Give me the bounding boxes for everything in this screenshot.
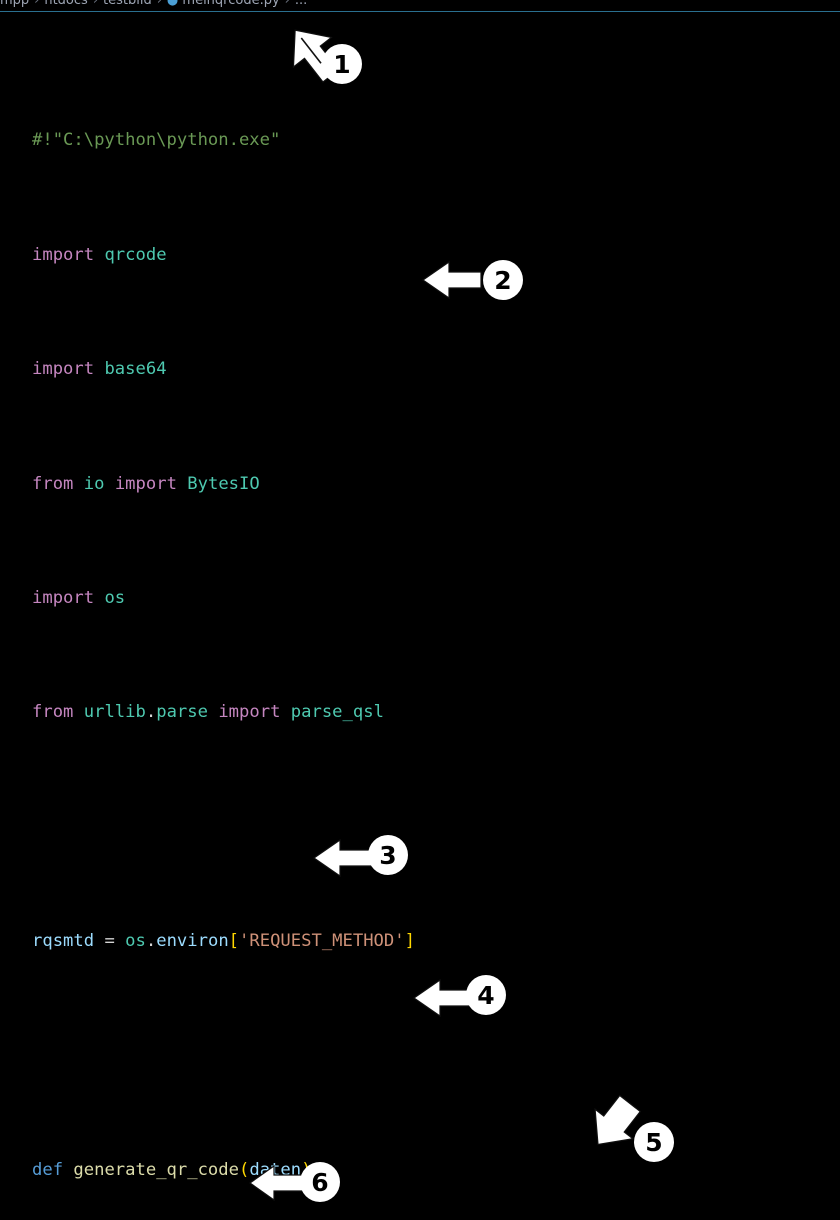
breadcrumb-separator: ›: [92, 0, 99, 8]
breadcrumb-segment-ampp[interactable]: ampp: [0, 0, 29, 8]
breadcrumb-separator: ›: [34, 0, 40, 8]
code-line[interactable]: #!"C:\python\python.exe": [0, 126, 840, 155]
token-module: io: [83, 473, 105, 494]
code-editor[interactable]: #!"C:\python\python.exe" import qrcode i…: [0, 12, 840, 1220]
code-line[interactable]: from io import BytesIO: [0, 470, 840, 499]
code-line[interactable]: from urllib.parse import parse_qsl: [0, 698, 840, 727]
token-module: qrcode: [104, 244, 167, 265]
code-line-blank[interactable]: [0, 1041, 840, 1070]
code-line[interactable]: rqsmtd = os.environ['REQUEST_METHOD']: [0, 927, 840, 956]
token-keyword: import: [32, 587, 95, 608]
breadcrumb-separator: ›: [156, 0, 162, 8]
breadcrumb-segment-file[interactable]: meinqrcode.py: [182, 0, 279, 8]
token-keyword: import: [114, 473, 177, 494]
token-module: os: [104, 587, 126, 608]
token-keyword: import: [32, 359, 95, 380]
token-module: parse_qsl: [290, 702, 384, 723]
code-line[interactable]: import qrcode: [0, 241, 840, 270]
python-file-icon: ●: [166, 0, 179, 8]
token-module: urllib: [83, 702, 146, 723]
breadcrumb-path: ampp › htdocs › testbild › ● meinqrcode.py ›...: [0, 0, 307, 9]
breadcrumb-separator: ›: [284, 0, 290, 8]
token-variable: rqsmtd: [32, 931, 95, 951]
breadcrumb[interactable]: ampp › htdocs › testbild › ● meinqrcode.py ›...: [0, 0, 840, 12]
token-parameter: daten: [249, 1159, 302, 1180]
token-comment: #!"C:\python\python.exe": [32, 130, 281, 151]
token-module: parse: [156, 702, 208, 723]
token-keyword: import: [32, 244, 95, 265]
code-content[interactable]: #!"C:\python\python.exe" import qrcode i…: [0, 12, 840, 1220]
breadcrumb-segment-htdocs[interactable]: htdocs: [44, 0, 87, 8]
token-module: os: [125, 931, 146, 951]
token-string: 'REQUEST_METHOD': [239, 931, 405, 951]
code-line[interactable]: import base64: [0, 355, 840, 384]
code-line-blank[interactable]: [0, 813, 840, 842]
breadcrumb-segment-testbild[interactable]: testbild: [103, 0, 152, 8]
token-module: BytesIO: [187, 473, 260, 494]
code-line[interactable]: import os: [0, 584, 840, 613]
code-line[interactable]: def generate_qr_code(daten):: [0, 1156, 840, 1185]
token-keyword: from: [32, 473, 74, 494]
token-function: generate_qr_code: [73, 1159, 239, 1180]
token-keyword: import: [218, 702, 281, 723]
breadcrumb-segment-overflow[interactable]: ...: [295, 0, 307, 8]
token-variable: environ: [156, 931, 229, 951]
token-keyword: def: [32, 1159, 64, 1180]
token-keyword: from: [32, 702, 74, 723]
token-module: base64: [104, 359, 167, 380]
